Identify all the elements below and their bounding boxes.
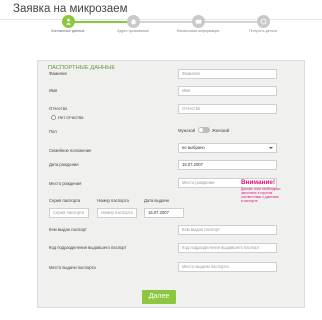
issue-date-label: Дата выдачи [144, 198, 169, 203]
passport-series-label: Серия паспорта [49, 198, 81, 203]
warning-title: Внимание! [241, 179, 276, 186]
passport-number-label: Номер паспорта [97, 198, 129, 203]
birth-date-label: Дата рождения [49, 162, 79, 167]
passport-number-input[interactable]: Номер паспорта [97, 208, 137, 218]
issue-place-input[interactable]: Место выдачи паспорта [178, 262, 277, 272]
step-label: Получить деньги [248, 29, 278, 33]
birth-place-label: Место рождения [49, 181, 82, 186]
birth-date-input[interactable]: 15.07.2007 [178, 160, 277, 170]
patronymic-input[interactable]: Отчество [178, 104, 277, 114]
next-button[interactable]: Далее [142, 290, 176, 304]
surname-label: Фамилия [49, 71, 67, 76]
marital-status-label: Семейное положение [49, 148, 92, 153]
name-input[interactable]: Имя [178, 86, 277, 96]
passport-series-input[interactable]: Серия паспорта [49, 208, 89, 218]
page-title: Заявка на микрозаем [13, 3, 128, 15]
issued-by-label: Кем выдан паспорт [49, 227, 87, 232]
step-get-money[interactable]: Получить деньги [223, 15, 303, 33]
marital-status-select[interactable]: не выбрано [178, 143, 277, 153]
no-patronymic-label: Нет отчества [58, 115, 84, 120]
warning-text: Данные поля необходимо заполнять в строг… [241, 187, 281, 203]
money-icon [256, 15, 270, 28]
issue-place-label: Место выдачи паспорта [49, 265, 96, 270]
wallet-icon [191, 15, 205, 28]
dept-code-label: Код подразделения выдавшего паспорт [49, 245, 127, 250]
issued-by-input[interactable]: Кем выдан паспорт [178, 225, 277, 235]
issue-date-input[interactable]: 15.07.2007 [144, 208, 184, 218]
surname-input[interactable]: Фамилия [178, 69, 277, 79]
gender-female-label: Женский [212, 128, 230, 133]
home-icon [126, 15, 140, 28]
gender-label: Пол [49, 129, 57, 134]
no-patronymic-radio[interactable] [51, 115, 56, 120]
toggle-knob [199, 128, 203, 132]
gender-male-label: Мужской [178, 128, 196, 133]
dept-code-input[interactable]: Код подразделения выдавшего паспорт [178, 243, 277, 253]
gender-toggle[interactable] [198, 127, 210, 133]
person-icon [61, 15, 75, 28]
chevron-down-icon [269, 147, 273, 149]
patronymic-label: Отчество [49, 106, 68, 111]
name-label: Имя [49, 88, 58, 93]
marital-status-value: не выбрано [182, 145, 205, 150]
